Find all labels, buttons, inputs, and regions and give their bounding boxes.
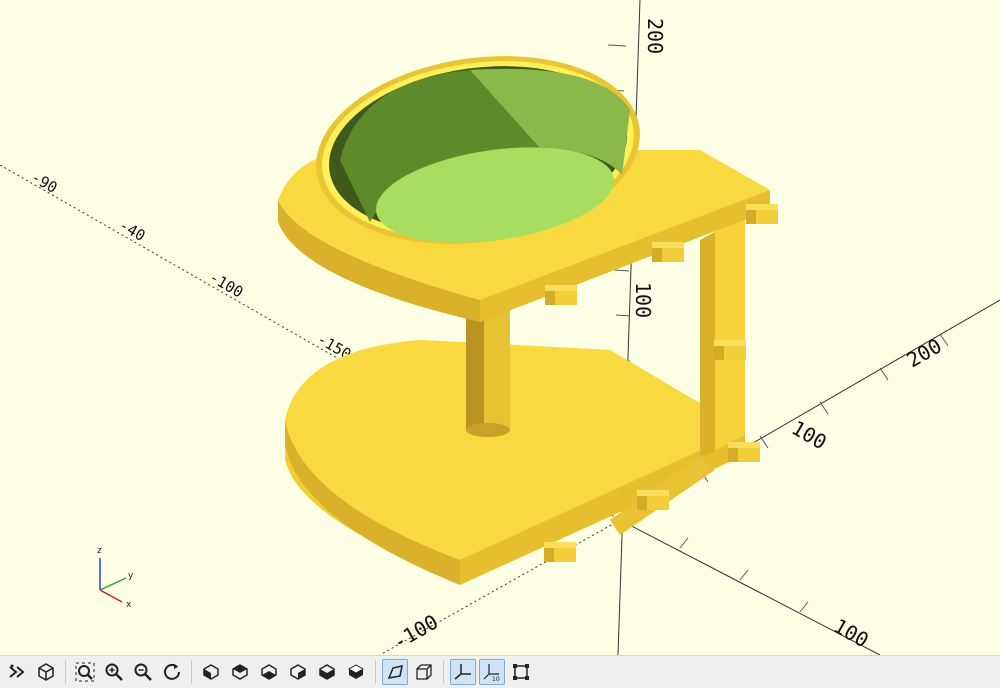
view-all-button[interactable]: [72, 659, 98, 685]
zoom-in-button[interactable]: [101, 659, 127, 685]
view-right-icon: [203, 664, 219, 680]
show-axes-icon: [454, 664, 471, 680]
reset-view-icon: [164, 663, 180, 680]
view-toolbar: 10: [0, 655, 1000, 688]
show-scale-icon: 10: [483, 664, 500, 682]
peg: [637, 490, 669, 510]
3d-viewport[interactable]: 200 100 -90 -40 -100 -150 100 200 -100 1…: [0, 0, 1000, 655]
view-top-button[interactable]: [227, 659, 253, 685]
peg: [545, 285, 577, 305]
show-axes-button[interactable]: [450, 659, 476, 685]
zoom-out-icon: [134, 663, 152, 681]
view-back-button[interactable]: [343, 659, 369, 685]
view-back-icon: [347, 664, 365, 679]
gizmo-y-label: y: [128, 571, 134, 581]
toolbar-separator: [65, 660, 66, 684]
support-column: [466, 300, 510, 437]
view-bottom-button[interactable]: [256, 659, 282, 685]
perspective-icon: [387, 665, 403, 679]
axis-label-y-100: 100: [788, 416, 831, 455]
axis-label-y-200: 200: [903, 333, 946, 372]
peg: [714, 340, 746, 360]
gizmo-x-label: x: [126, 600, 132, 610]
axis-label-x-neg-40: -40: [116, 216, 148, 245]
axis-label-x-neg-100: -100: [206, 268, 246, 302]
peg: [746, 204, 778, 224]
view-bottom-icon: [261, 664, 277, 680]
axis-label-z-100: 100: [631, 282, 655, 318]
view-front-icon: [319, 664, 335, 680]
render-icon: [38, 663, 54, 681]
peg: [728, 442, 760, 462]
axis-label-x-neg-90: -90: [28, 168, 60, 197]
preview-icon: [9, 664, 25, 678]
axis-label-y-neg-100: -100: [389, 609, 443, 654]
show-scale-button[interactable]: 10: [479, 659, 505, 685]
scale-marker: 10: [492, 676, 500, 682]
zoom-in-icon: [105, 663, 123, 681]
view-top-icon: [232, 664, 248, 680]
preview-button[interactable]: [4, 659, 30, 685]
peg: [544, 542, 576, 562]
toolbar-separator: [191, 660, 192, 684]
axis-label-x-100: 100: [830, 614, 873, 653]
view-right-button[interactable]: [198, 659, 224, 685]
view-left-icon: [290, 664, 306, 680]
view-left-button[interactable]: [285, 659, 311, 685]
orthogonal-icon: [416, 664, 432, 680]
axis-ticks: [607, 44, 949, 613]
view-front-button[interactable]: [314, 659, 340, 685]
toolbar-separator: [375, 660, 376, 684]
toolbar-separator: [443, 660, 444, 684]
gizmo-z-label: z: [97, 546, 102, 556]
zoom-out-button[interactable]: [130, 659, 156, 685]
peg: [652, 242, 684, 262]
base-plate: [285, 340, 745, 585]
show-edges-icon: [513, 664, 529, 680]
perspective-button[interactable]: [382, 659, 408, 685]
axis-gizmo: z y x: [97, 546, 134, 610]
render-button[interactable]: [33, 659, 59, 685]
reset-view-button[interactable]: [159, 659, 185, 685]
scene: 200 100 -90 -40 -100 -150 100 200 -100 1…: [0, 0, 1000, 655]
show-edges-button[interactable]: [508, 659, 534, 685]
orthogonal-button[interactable]: [411, 659, 437, 685]
axis-label-z-200: 200: [643, 18, 667, 54]
view-all-icon: [75, 662, 95, 682]
